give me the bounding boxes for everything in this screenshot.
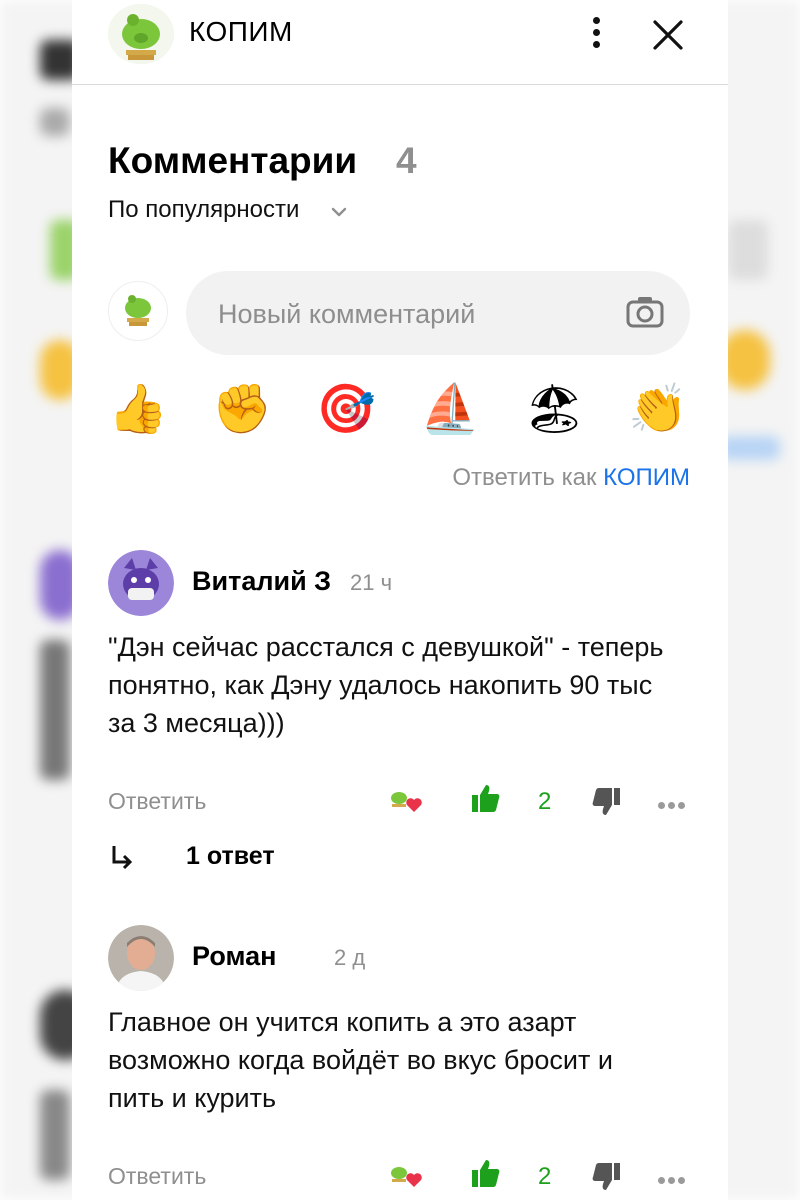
comment: Виталий З 21 ч "Дэн сейчас расстался с д… <box>108 550 690 820</box>
comment-actions: Ответить 2 <box>108 1157 690 1197</box>
comment-text: Главное он учится копить а это азарт воз… <box>108 1007 613 1113</box>
comment-time: 2 д <box>334 945 366 970</box>
comment-text: "Дэн сейчас расстался с девушкой" - тепе… <box>108 632 664 738</box>
user-photo-avatar <box>108 925 174 991</box>
emoji-beach[interactable]: 🏖 <box>524 380 585 438</box>
channel-name[interactable]: КОПИМ <box>189 16 293 48</box>
reply-as: Ответить как КОПИМ <box>452 464 690 492</box>
quick-reactions: 👍 ✊ 🎯 ⛵ 🏖 👏 <box>108 380 690 440</box>
comment-author[interactable]: Роман <box>192 941 276 972</box>
comment: Роман 2 д Главное он учится копить а это… <box>108 925 690 1200</box>
reply-button[interactable]: Ответить <box>108 1163 206 1190</box>
comment-author-avatar[interactable] <box>108 550 174 616</box>
new-comment-field[interactable] <box>186 271 690 355</box>
emoji-fist[interactable]: ✊ <box>212 380 272 438</box>
close-icon[interactable] <box>650 17 686 53</box>
chevron-down-icon[interactable] <box>328 201 350 223</box>
comments-count: 4 <box>396 140 417 181</box>
kebab-menu-icon[interactable] <box>584 14 608 54</box>
comment-author[interactable]: Виталий З <box>192 566 331 597</box>
like-count: 2 <box>538 1163 552 1190</box>
new-comment-input[interactable] <box>216 293 620 335</box>
thumbs-up-icon[interactable] <box>470 782 500 814</box>
reaction-icon[interactable] <box>388 1161 424 1191</box>
reply-as-prefix: Ответить как <box>452 464 597 491</box>
sort-selector[interactable]: По популярности <box>108 196 299 224</box>
comment-actions: Ответить 2 <box>108 782 690 822</box>
show-replies[interactable]: 1 ответ <box>108 838 408 878</box>
comments-sheet: КОПИМ Комментарии 4 По популярности 👍 ✊ … <box>72 0 728 1200</box>
sheet-header: КОПИМ <box>72 0 728 85</box>
comment-time: 21 ч <box>350 570 393 595</box>
more-dots-icon[interactable] <box>658 796 690 809</box>
current-user-avatar <box>108 281 168 341</box>
thumbs-down-icon[interactable] <box>592 1161 622 1193</box>
reaction-icon[interactable] <box>388 786 424 816</box>
thumbs-down-icon[interactable] <box>592 786 622 818</box>
like-count: 2 <box>538 788 552 815</box>
reply-button[interactable]: Ответить <box>108 788 206 815</box>
thumbs-up-icon[interactable] <box>470 1157 500 1189</box>
emoji-target[interactable]: 🎯 <box>316 380 376 438</box>
comments-title: Комментарии <box>108 140 358 181</box>
reply-arrow-icon <box>112 846 133 870</box>
cat-mask-avatar <box>108 550 174 616</box>
emoji-thumbs-up[interactable]: 👍 <box>108 380 168 438</box>
channel-avatar[interactable] <box>108 4 174 64</box>
emoji-clapping[interactable]: 👏 <box>628 380 688 438</box>
reply-as-channel-link[interactable]: КОПИМ <box>603 464 690 491</box>
more-dots-icon[interactable] <box>658 1171 690 1184</box>
piggy-bank-avatar <box>125 295 151 326</box>
camera-icon[interactable] <box>626 295 664 329</box>
emoji-sailboat[interactable]: ⛵ <box>420 380 480 438</box>
comment-author-avatar[interactable] <box>108 925 174 991</box>
piggy-bank-avatar <box>108 4 174 64</box>
replies-count-label: 1 ответ <box>186 842 275 870</box>
